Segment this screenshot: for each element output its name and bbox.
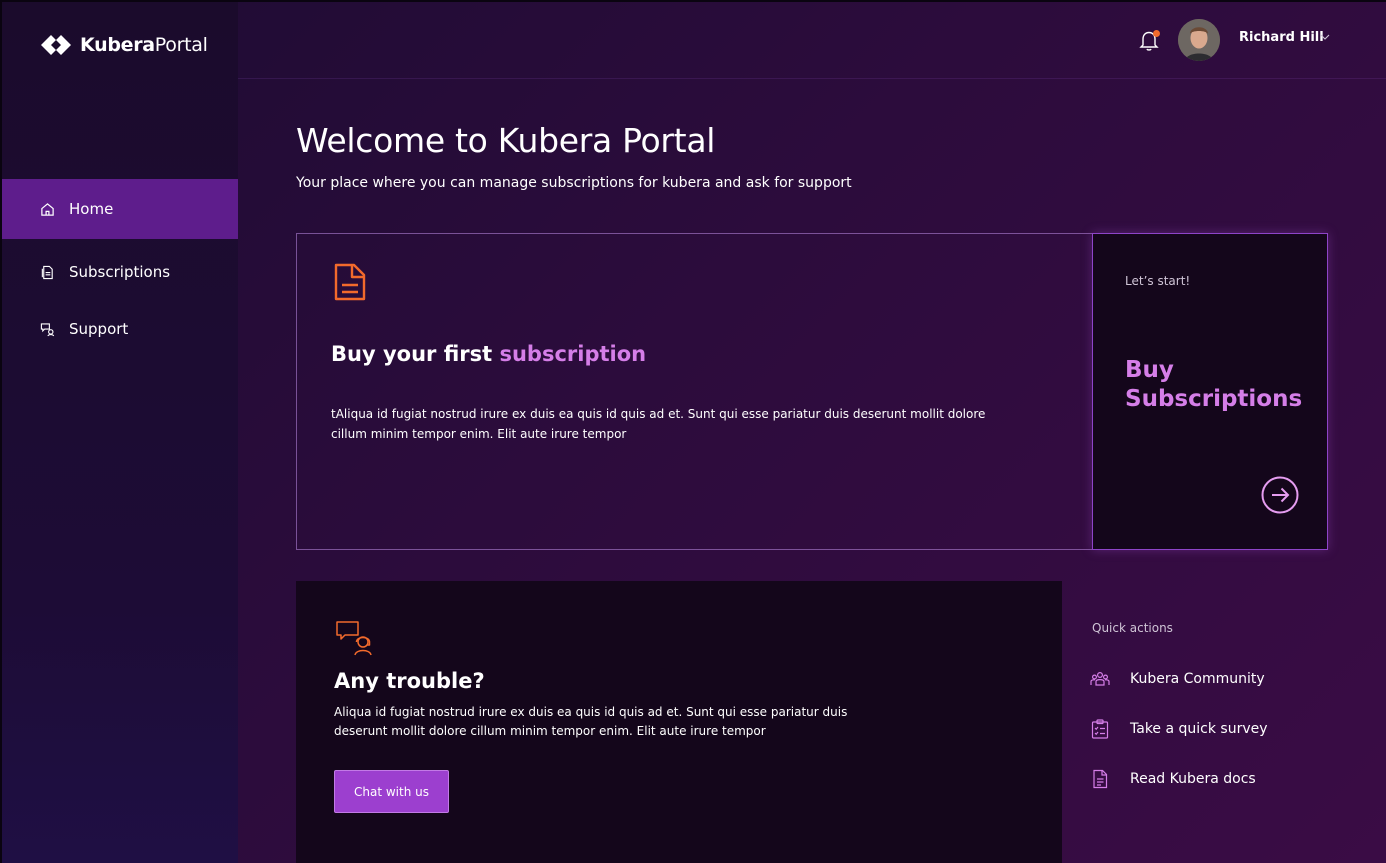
sidebar-item-support[interactable]: Support — [2, 299, 238, 359]
brand-name-bold: Kubera — [80, 34, 155, 56]
sidebar-item-subscriptions[interactable]: Subscriptions — [2, 242, 238, 302]
brand-logo[interactable]: KuberaPortal — [40, 32, 208, 58]
quick-action-label: Take a quick survey — [1130, 721, 1268, 737]
survey-icon — [1091, 719, 1109, 739]
support-card: Any trouble? Aliqua id fugiat nostrud ir… — [296, 581, 1062, 863]
hero-title: Buy your first subscription — [331, 342, 646, 366]
buy-card-pretitle: Let’s start! — [1125, 274, 1191, 288]
docs-icon — [1093, 769, 1108, 789]
sidebar-item-home[interactable]: Home — [2, 179, 238, 239]
notification-badge — [1153, 30, 1160, 37]
home-icon — [41, 202, 54, 216]
avatar[interactable] — [1178, 19, 1220, 61]
page-title: Welcome to Kubera Portal — [296, 121, 716, 160]
support-agent-icon — [336, 621, 372, 656]
sidebar: KuberaPortal Home Subscriptions Support — [2, 2, 238, 863]
page-subtitle: Your place where you can manage subscrip… — [296, 175, 852, 191]
support-card-title: Any trouble? — [334, 669, 485, 693]
avatar-image — [1178, 19, 1220, 61]
sidebar-item-label: Subscriptions — [69, 263, 171, 281]
buy-subscriptions-card[interactable]: Let’s start! Buy Subscriptions — [1092, 233, 1328, 550]
quick-actions-heading: Quick actions — [1092, 621, 1173, 635]
hero-body: tAliqua id fugiat nostrud irure ex duis … — [331, 407, 986, 441]
community-icon — [1090, 671, 1110, 686]
quick-action-kubera-community[interactable]: Kubera Community — [1090, 667, 1265, 691]
buy-card-title[interactable]: Buy Subscriptions — [1125, 356, 1315, 414]
brand-name: KuberaPortal — [80, 34, 208, 56]
chevron-down-icon[interactable] — [1320, 33, 1330, 41]
chat-with-us-button[interactable]: Chat with us — [334, 770, 449, 813]
sidebar-item-label: Home — [69, 200, 114, 218]
kubera-logo-icon — [41, 35, 71, 55]
document-icon — [334, 263, 366, 301]
quick-action-read-docs[interactable]: Read Kubera docs — [1090, 767, 1256, 791]
document-icon — [41, 265, 53, 279]
quick-action-survey[interactable]: Take a quick survey — [1090, 717, 1268, 741]
arrow-right-circle-icon[interactable] — [1261, 476, 1299, 514]
quick-action-label: Kubera Community — [1130, 671, 1265, 687]
support-card-body: Aliqua id fugiat nostrud irure ex duis e… — [334, 705, 848, 738]
buy-subscription-hero-card: Buy your first subscription tAliqua id f… — [296, 233, 1093, 550]
brand-name-light: Portal — [154, 34, 208, 56]
sidebar-item-label: Support — [69, 320, 129, 338]
hero-title-prefix: Buy your first — [331, 342, 500, 366]
support-chat-icon — [40, 322, 55, 336]
top-header: Richard Hill — [238, 2, 1386, 79]
user-name[interactable]: Richard Hill — [1239, 30, 1324, 45]
hero-title-accent: subscription — [499, 342, 647, 366]
quick-action-label: Read Kubera docs — [1130, 771, 1256, 787]
